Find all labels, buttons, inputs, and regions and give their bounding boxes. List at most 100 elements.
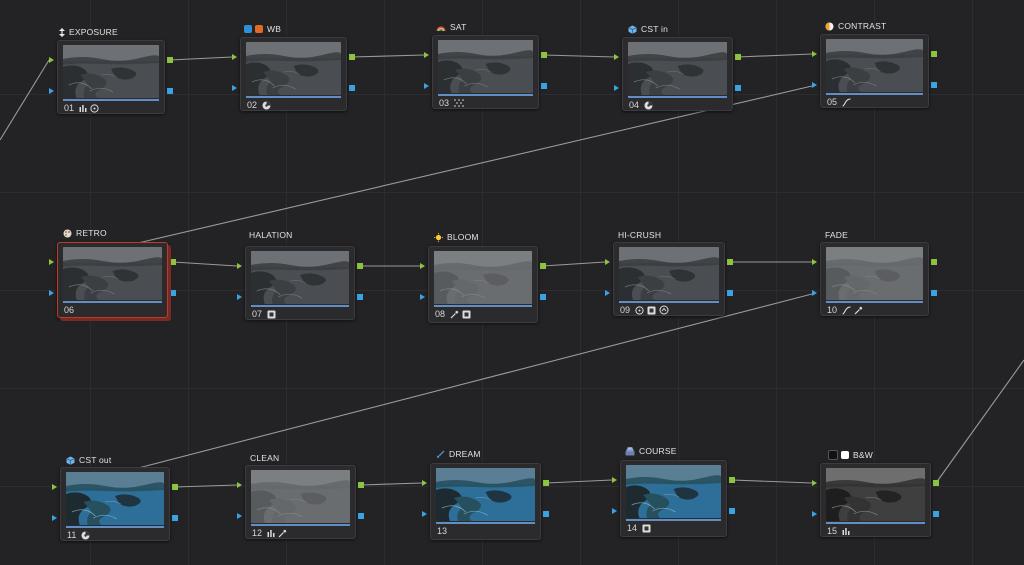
node-14[interactable]: 14 [620,460,727,537]
node-13-key-output-port[interactable] [543,511,549,517]
node-02-key-output-port[interactable] [349,85,355,91]
node-03-output-port[interactable] [541,52,547,58]
node-10-output-port[interactable] [931,259,937,265]
node-15-input-port[interactable] [812,480,817,486]
node-07-label[interactable]: HALATION [249,230,292,240]
node-05-label[interactable]: CONTRAST [825,21,886,31]
sun-icon [434,232,443,242]
color-wheel-icon [81,531,90,540]
node-08-label[interactable]: BLOOM [434,232,479,242]
node-15-key-input-port[interactable] [812,511,817,517]
node-06-label[interactable]: RETRO [63,228,107,238]
node-09-key-input-port[interactable] [605,290,610,296]
node-15-key-output-port[interactable] [933,511,939,517]
node-08-key-output-port[interactable] [540,294,546,300]
node-15[interactable]: 15 [820,463,931,537]
node-01-input-port[interactable] [49,57,54,63]
node-02-input-port[interactable] [232,54,237,60]
node-14-key-output-port[interactable] [729,508,735,514]
node-10-key-output-port[interactable] [931,290,937,296]
node-06-input-port[interactable] [49,259,54,265]
node-06[interactable]: 06 [57,242,168,318]
node-10-key-input-port[interactable] [812,290,817,296]
node-03[interactable]: 03 [432,35,539,109]
node-08[interactable]: 08 [428,246,538,323]
node-thumbnail [434,251,532,304]
node-02-label[interactable]: WB [244,24,281,34]
node-15-output-port[interactable] [933,480,939,486]
node-03-input-port[interactable] [424,52,429,58]
node-02-key-input-port[interactable] [232,85,237,91]
node-01[interactable]: 01 [57,40,165,114]
node-12[interactable]: 12 [245,465,356,539]
node-footer: 04 [629,99,653,111]
node-09-key-output-port[interactable] [727,290,733,296]
node-07-key-input-port[interactable] [237,294,242,300]
node-07-input-port[interactable] [237,263,242,269]
node-11-input-port[interactable] [52,484,57,490]
node-02-output-port[interactable] [349,54,355,60]
node-13-label[interactable]: DREAM [436,449,481,459]
node-11[interactable]: 11 [60,467,170,541]
node-13-output-port[interactable] [543,480,549,486]
node-10-label[interactable]: FADE [825,230,848,240]
node-05[interactable]: 05 [820,34,929,108]
node-06-key-input-port[interactable] [49,290,54,296]
node-04-input-port[interactable] [614,54,619,60]
node-14-key-input-port[interactable] [612,508,617,514]
node-06-output-port[interactable] [170,259,176,265]
node-14-input-port[interactable] [612,477,617,483]
bw-swatches-icon [828,450,849,460]
node-12-input-port[interactable] [237,482,242,488]
node-09-input-port[interactable] [605,259,610,265]
node-08-input-port[interactable] [420,263,425,269]
node-03-key-output-port[interactable] [541,83,547,89]
node-03-label[interactable]: SAT [436,22,467,32]
node-10-input-port[interactable] [812,259,817,265]
node-number: 14 [627,523,638,533]
node-12-label[interactable]: CLEAN [250,453,279,463]
node-04-key-output-port[interactable] [735,85,741,91]
node-01-key-input-port[interactable] [49,88,54,94]
node-07-key-output-port[interactable] [357,294,363,300]
node-02[interactable]: 02 [240,37,347,111]
node-11-key-output-port[interactable] [172,515,178,521]
node-04-key-input-port[interactable] [614,85,619,91]
node-status-bar [251,524,350,526]
node-08-key-input-port[interactable] [420,294,425,300]
node-11-output-port[interactable] [172,484,178,490]
node-12-output-port[interactable] [358,482,364,488]
node-08-output-port[interactable] [540,263,546,269]
node-11-label[interactable]: CST out [66,455,111,465]
node-05-output-port[interactable] [931,51,937,57]
node-14-label[interactable]: COURSE [625,446,677,456]
node-05-key-input-port[interactable] [812,82,817,88]
node-04-label[interactable]: CST in [628,24,668,34]
node-09[interactable]: 09 [613,242,725,316]
node-12-key-output-port[interactable] [358,513,364,519]
node-06-key-output-port[interactable] [170,290,176,296]
node-11-key-input-port[interactable] [52,515,57,521]
node-10[interactable]: 10 [820,242,929,316]
node-09-output-port[interactable] [727,259,733,265]
node-13-key-input-port[interactable] [422,511,427,517]
node-04[interactable]: 04 [622,37,733,111]
node-09-label[interactable]: HI-CRUSH [618,230,661,240]
node-04-output-port[interactable] [735,54,741,60]
node-number: 02 [247,100,258,110]
node-footer: 07 [252,308,276,320]
node-15-label[interactable]: B&W [828,450,873,460]
node-01-label[interactable]: EXPOSURE [59,27,118,37]
node-graph-canvas[interactable]: EXPOSURE 01 WB 02 SAT 03 CST in 04 CONTR… [0,0,1024,565]
node-07[interactable]: 07 [245,246,355,320]
node-03-key-input-port[interactable] [424,83,429,89]
node-05-key-output-port[interactable] [931,82,937,88]
node-14-output-port[interactable] [729,477,735,483]
node-13[interactable]: 13 [430,463,541,540]
node-13-input-port[interactable] [422,480,427,486]
node-05-input-port[interactable] [812,51,817,57]
node-01-output-port[interactable] [167,57,173,63]
node-07-output-port[interactable] [357,263,363,269]
node-01-key-output-port[interactable] [167,88,173,94]
node-12-key-input-port[interactable] [237,513,242,519]
